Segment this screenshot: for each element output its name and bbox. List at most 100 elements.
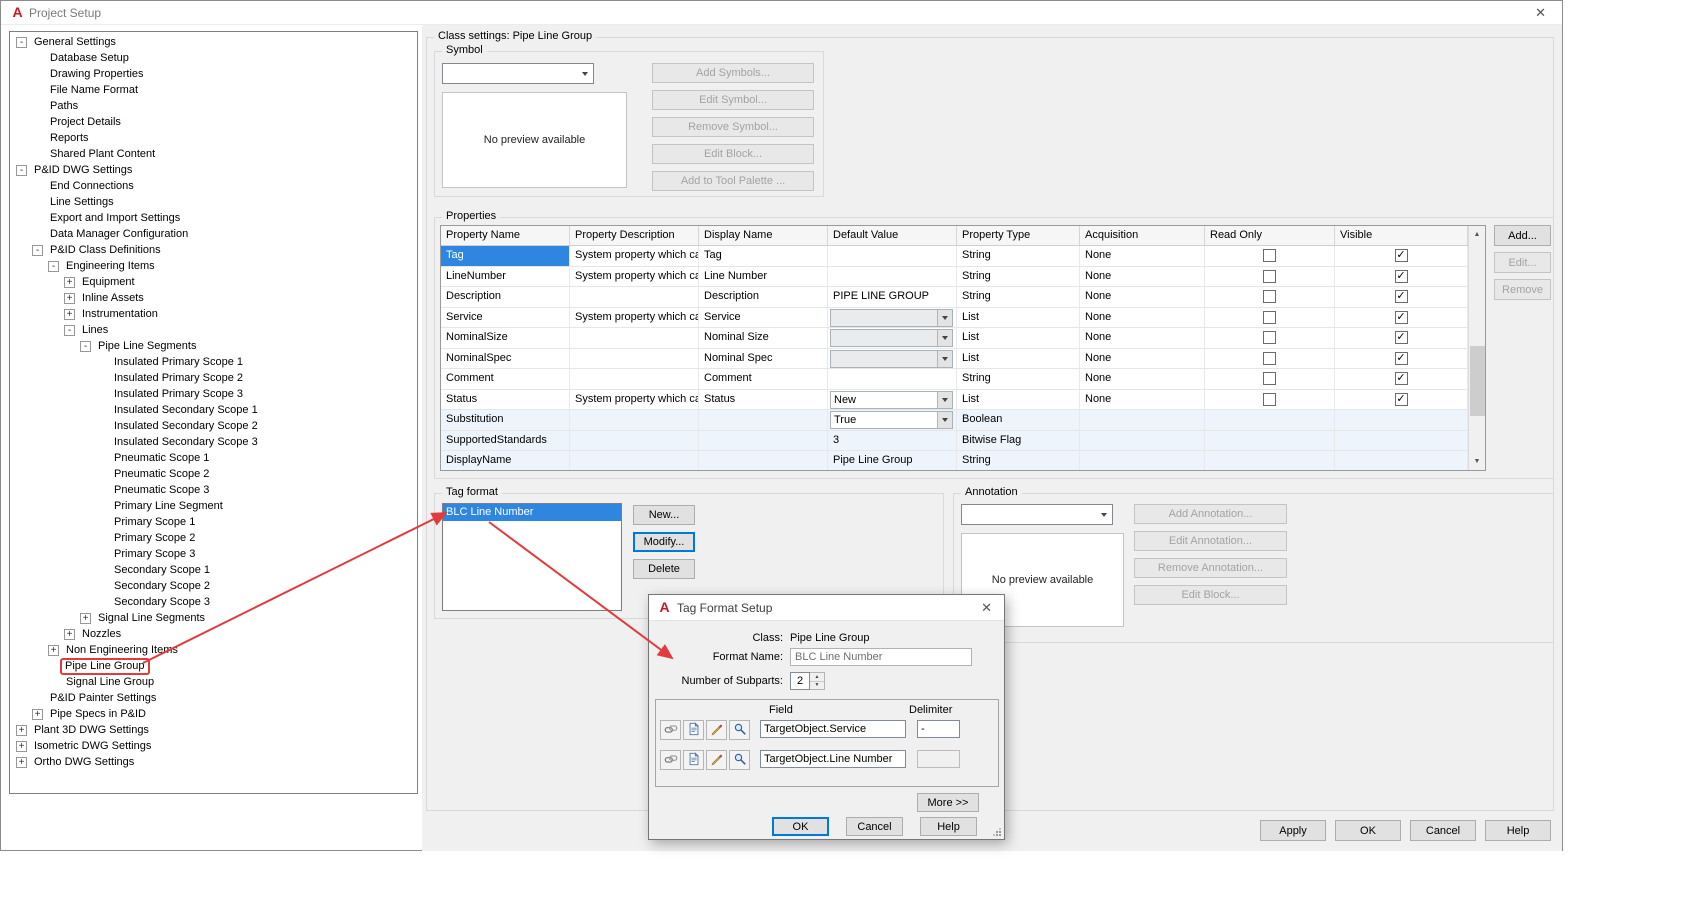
expand-plus-icon[interactable]: +	[80, 612, 91, 624]
cell-property-name[interactable]: NominalSpec	[441, 348, 570, 368]
cell-property-type[interactable]: List	[957, 348, 1080, 368]
scroll-up-icon[interactable]: ▲	[1469, 226, 1485, 243]
chain-icon-button[interactable]	[660, 750, 681, 770]
chain-icon-button[interactable]	[660, 720, 681, 740]
delimiter-input[interactable]: -	[917, 720, 960, 738]
collapse-minus-icon[interactable]: -	[32, 244, 43, 256]
tree-item-signal-line-group[interactable]: Signal Line Group	[12, 674, 417, 690]
tree-item-ortho-dwg-settings[interactable]: + Ortho DWG Settings	[12, 754, 417, 770]
column-header-visible[interactable]: Visible	[1335, 226, 1468, 245]
tree-item-primary-scope-1[interactable]: Primary Scope 1	[12, 514, 417, 530]
add-button[interactable]: Add...	[1494, 225, 1551, 246]
cell-acquisition[interactable]	[1080, 451, 1205, 470]
column-header-property-name[interactable]: Property Name	[441, 226, 570, 245]
cell-visible[interactable]: ✓	[1335, 328, 1468, 348]
cell-default-value[interactable]	[828, 328, 957, 348]
cell-property-name[interactable]: Description	[441, 287, 570, 307]
pencil-icon-button[interactable]	[706, 750, 727, 770]
tree-item-instrumentation[interactable]: + Instrumentation	[12, 306, 417, 322]
visible-checkbox[interactable]: ✓	[1394, 331, 1408, 345]
cell-display-name[interactable]: Nominal Size	[699, 328, 828, 348]
cell-property-description[interactable]	[570, 430, 699, 450]
settings-tree[interactable]: - General Settings Database Setup Drawing P…	[9, 31, 418, 794]
tree-item-primary-line-segment[interactable]: Primary Line Segment	[12, 498, 417, 514]
field-input[interactable]: TargetObject.Service	[760, 720, 906, 738]
chevron-down-icon[interactable]	[937, 350, 952, 367]
cell-property-type[interactable]: List	[957, 328, 1080, 348]
cell-property-description[interactable]: System property which ca...	[570, 246, 699, 266]
cell-visible[interactable]: ✓	[1335, 287, 1468, 307]
tree-item-non-engineering-items[interactable]: + Non Engineering Items	[12, 642, 417, 658]
collapse-minus-icon[interactable]: -	[80, 340, 91, 352]
tree-item-export-and-import-settings[interactable]: Export and Import Settings	[12, 210, 417, 226]
tree-item-secondary-scope-2[interactable]: Secondary Scope 2	[12, 578, 417, 594]
tree-item-insulated-secondary-scope-1[interactable]: Insulated Secondary Scope 1	[12, 402, 417, 418]
cell-property-description[interactable]	[570, 287, 699, 307]
expand-plus-icon[interactable]: +	[64, 292, 75, 304]
visible-checkbox[interactable]: ✓	[1394, 290, 1408, 304]
apply-button[interactable]: Apply	[1260, 820, 1326, 841]
default-value-dropdown[interactable]: New	[830, 390, 953, 409]
column-header-default-value[interactable]: Default Value	[828, 226, 957, 245]
tree-item-insulated-secondary-scope-2[interactable]: Insulated Secondary Scope 2	[12, 418, 417, 434]
tree-item-secondary-scope-1[interactable]: Secondary Scope 1	[12, 562, 417, 578]
read-only-checkbox[interactable]	[1263, 351, 1276, 365]
cell-default-value[interactable]	[828, 246, 957, 266]
tree-item-isometric-dwg-settings[interactable]: + Isometric DWG Settings	[12, 738, 417, 754]
ok-button[interactable]: OK	[772, 817, 829, 836]
spinner-up-icon[interactable]: ▲	[810, 673, 824, 681]
tree-item-reports[interactable]: Reports	[12, 130, 417, 146]
cell-default-value[interactable]	[828, 348, 957, 368]
tree-item-drawing-properties[interactable]: Drawing Properties	[12, 66, 417, 82]
collapse-minus-icon[interactable]: -	[16, 164, 27, 176]
cell-acquisition[interactable]: None	[1080, 287, 1205, 307]
cell-property-type[interactable]: String	[957, 369, 1080, 389]
read-only-checkbox[interactable]	[1263, 392, 1276, 406]
cell-display-name[interactable]: Tag	[699, 246, 828, 266]
chevron-down-icon[interactable]	[937, 330, 952, 346]
column-header-acquisition[interactable]: Acquisition	[1080, 226, 1205, 245]
cell-visible[interactable]: ✓	[1335, 266, 1468, 286]
tree-item-secondary-scope-3[interactable]: Secondary Scope 3	[12, 594, 417, 610]
cell-property-description[interactable]	[570, 328, 699, 348]
expand-plus-icon[interactable]: +	[48, 644, 59, 656]
cell-display-name[interactable]: Status	[699, 389, 828, 409]
cell-property-type[interactable]: Boolean	[957, 410, 1080, 430]
tree-item-lines[interactable]: - Lines	[12, 322, 417, 338]
cell-read-only[interactable]	[1205, 246, 1335, 266]
column-header-display-name[interactable]: Display Name	[699, 226, 828, 245]
tree-item-general-settings[interactable]: - General Settings	[12, 34, 417, 50]
cell-default-value[interactable]: 3	[828, 430, 957, 450]
expand-plus-icon[interactable]: +	[64, 276, 75, 288]
field-input[interactable]: TargetObject.Line Number	[760, 750, 906, 768]
chevron-down-icon[interactable]	[1095, 505, 1112, 524]
cell-visible[interactable]: ✓	[1335, 389, 1468, 409]
scroll-down-icon[interactable]: ▼	[1469, 453, 1485, 470]
cell-acquisition[interactable]	[1080, 410, 1205, 430]
read-only-checkbox[interactable]	[1263, 269, 1276, 283]
visible-checkbox[interactable]: ✓	[1394, 249, 1408, 263]
cell-display-name[interactable]	[699, 430, 828, 450]
cell-property-name[interactable]: LineNumber	[441, 266, 570, 286]
chevron-down-icon[interactable]	[937, 309, 952, 326]
tree-item-p-id-class-definitions[interactable]: - P&ID Class Definitions	[12, 242, 417, 258]
close-icon[interactable]: ✕	[1535, 5, 1546, 21]
default-value-dropdown[interactable]	[830, 308, 953, 327]
cell-visible[interactable]: ✓	[1335, 246, 1468, 266]
dialog-titlebar[interactable]: A Tag Format Setup ✕	[649, 595, 1004, 621]
help-button[interactable]: Help	[1485, 820, 1551, 841]
close-icon[interactable]: ✕	[981, 600, 992, 616]
tree-item-pipe-specs-in-p-id[interactable]: + Pipe Specs in P&ID	[12, 706, 417, 722]
cell-property-description[interactable]: System property which ca...	[570, 266, 699, 286]
read-only-checkbox[interactable]	[1263, 290, 1276, 304]
help-button[interactable]: Help	[920, 817, 977, 836]
expand-plus-icon[interactable]: +	[16, 740, 27, 752]
default-value-dropdown[interactable]	[830, 329, 953, 347]
cell-property-name[interactable]: SupportedStandards	[441, 430, 570, 450]
resize-grip-icon[interactable]	[992, 827, 1001, 836]
cell-display-name[interactable]: Line Number	[699, 266, 828, 286]
cell-property-type[interactable]: String	[957, 246, 1080, 266]
tag-format-list[interactable]: BLC Line Number	[442, 503, 622, 611]
cell-default-value[interactable]: PIPE LINE GROUP	[828, 287, 957, 307]
subparts-stepper[interactable]: 2 ▲ ▼	[790, 672, 825, 690]
